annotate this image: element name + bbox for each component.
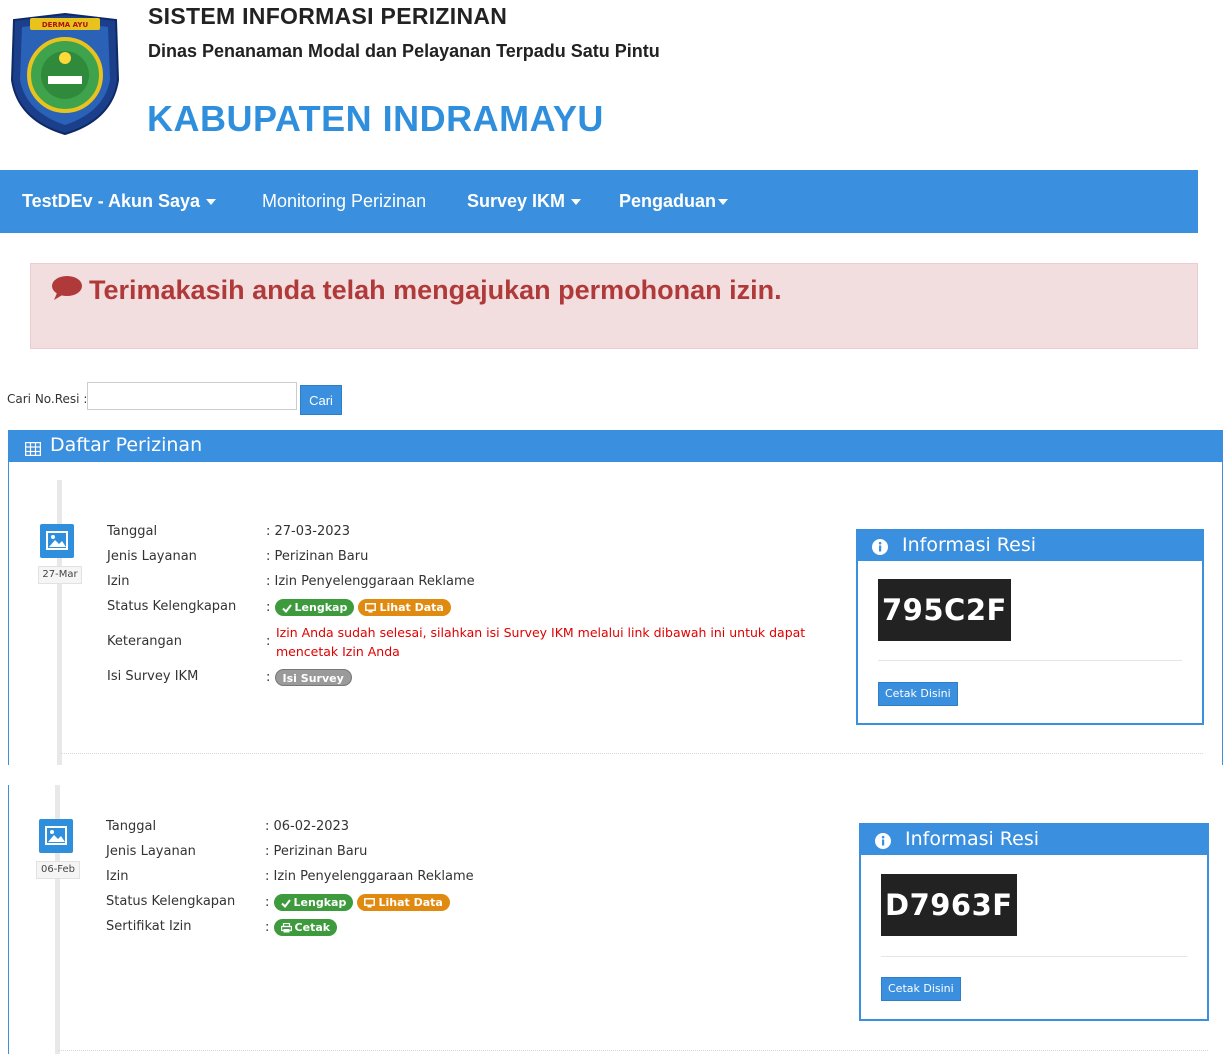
divider bbox=[881, 956, 1187, 957]
isi-survey-button[interactable]: Isi Survey bbox=[274, 669, 352, 686]
panel-title: Daftar Perizinan bbox=[50, 434, 203, 456]
info-resi-box: Informasi Resi 795C2F Cetak Disini bbox=[856, 529, 1204, 725]
value-izin: : Izin Penyelenggaraan Reklame bbox=[265, 869, 474, 884]
site-subtitle: Dinas Penanaman Modal dan Pelayanan Terp… bbox=[148, 41, 660, 61]
label-tanggal: Tanggal bbox=[106, 819, 157, 834]
panel-border bbox=[8, 785, 9, 1054]
site-title: SISTEM INFORMASI PERIZINAN bbox=[148, 3, 508, 29]
search-button[interactable]: Cari bbox=[300, 385, 342, 415]
resi-number: D7963F bbox=[881, 874, 1017, 936]
nav-account-label: TestDEv - Akun Saya bbox=[22, 191, 201, 211]
monitor-icon bbox=[365, 603, 377, 613]
chevron-down-icon bbox=[206, 199, 217, 206]
search-resi-input[interactable] bbox=[87, 382, 297, 410]
divider bbox=[878, 660, 1182, 661]
search-label: Cari No.Resi : bbox=[7, 392, 88, 406]
print-icon bbox=[280, 922, 292, 933]
chevron-down-icon bbox=[571, 199, 582, 206]
lengkap-badge: Lengkap bbox=[273, 894, 354, 911]
success-alert: Terimakasih anda telah mengajukan permoh… bbox=[30, 263, 1198, 349]
value-tanggal: : 27-03-2023 bbox=[266, 524, 351, 539]
panel-border bbox=[8, 462, 9, 765]
value-tanggal: : 06-02-2023 bbox=[265, 819, 350, 834]
label-status: Status Kelengkapan bbox=[107, 599, 237, 614]
timeline-line bbox=[57, 480, 62, 765]
lihat-data-button[interactable]: Lihat Data bbox=[358, 599, 451, 616]
label-sertifikat: Sertifikat Izin bbox=[106, 919, 192, 934]
lengkap-badge: Lengkap bbox=[274, 599, 355, 616]
nav-survey-label: Survey IKM bbox=[467, 191, 566, 211]
comment-icon bbox=[51, 275, 83, 308]
colon: : bbox=[266, 670, 271, 685]
nav-survey-menu[interactable]: Survey IKM bbox=[467, 170, 582, 233]
cetak-sertifikat-button[interactable]: Cetak bbox=[273, 919, 338, 936]
label-isi-survey: Isi Survey IKM bbox=[107, 669, 199, 684]
label-jenis-layanan: Jenis Layanan bbox=[106, 844, 196, 859]
divider bbox=[60, 753, 1203, 754]
colon: : bbox=[265, 920, 270, 935]
nav-monitoring[interactable]: Monitoring Perizinan bbox=[262, 170, 426, 233]
value-izin: : Izin Penyelenggaraan Reklame bbox=[266, 574, 475, 589]
label-izin: Izin bbox=[107, 574, 130, 589]
kabupaten-name: KABUPATEN INDRAMAYU bbox=[147, 98, 604, 139]
info-resi-title: Informasi Resi bbox=[902, 534, 1037, 556]
info-resi-title: Informasi Resi bbox=[905, 828, 1040, 850]
nav-pengaduan-label: Pengaduan bbox=[619, 191, 717, 211]
date-badge: 27-Mar bbox=[38, 566, 82, 584]
resi-number: 795C2F bbox=[878, 579, 1011, 641]
check-icon bbox=[281, 604, 292, 614]
label-izin: Izin bbox=[106, 869, 129, 884]
info-icon bbox=[875, 832, 891, 854]
value-sertifikat: : Cetak bbox=[265, 919, 338, 936]
check-icon bbox=[280, 899, 291, 909]
label-tanggal: Tanggal bbox=[107, 524, 158, 539]
panel-header: Daftar Perizinan bbox=[8, 430, 1223, 462]
value-jenis-layanan: : Perizinan Baru bbox=[265, 844, 368, 859]
nav-monitoring-label: Monitoring Perizinan bbox=[262, 191, 427, 211]
main-navbar: TestDEv - Akun Saya Monitoring Perizinan… bbox=[0, 170, 1198, 233]
keterangan-text: Izin Anda sudah selesai, silahkan isi Su… bbox=[276, 625, 806, 659]
colon: : bbox=[266, 600, 271, 615]
alert-message: Terimakasih anda telah mengajukan permoh… bbox=[89, 275, 782, 305]
label-keterangan: Keterangan bbox=[107, 634, 182, 649]
value-status: : Lengkap Lihat Data bbox=[265, 894, 450, 911]
cetak-disini-button[interactable]: Cetak Disini bbox=[878, 682, 958, 706]
nav-account-menu[interactable]: TestDEv - Akun Saya bbox=[22, 170, 217, 233]
monitor-icon bbox=[364, 898, 376, 908]
info-resi-header: Informasi Resi bbox=[858, 531, 1202, 561]
colon: : bbox=[266, 634, 271, 649]
value-status: : Lengkap Lihat Data bbox=[266, 599, 451, 616]
date-badge: 06-Feb bbox=[36, 861, 80, 879]
label-status: Status Kelengkapan bbox=[106, 894, 236, 909]
value-survey: : Isi Survey bbox=[266, 669, 352, 686]
divider bbox=[58, 1050, 1208, 1051]
info-icon bbox=[872, 538, 888, 560]
image-icon bbox=[39, 819, 73, 853]
colon: : bbox=[265, 895, 270, 910]
table-icon bbox=[24, 439, 42, 461]
cetak-disini-button[interactable]: Cetak Disini bbox=[881, 977, 961, 1001]
kabupaten-logo: DERMA AYU bbox=[8, 10, 122, 138]
nav-pengaduan-menu[interactable]: Pengaduan bbox=[619, 170, 729, 233]
info-resi-header: Informasi Resi bbox=[861, 825, 1207, 855]
image-icon bbox=[40, 524, 74, 558]
value-jenis-layanan: : Perizinan Baru bbox=[266, 549, 369, 564]
lihat-data-button[interactable]: Lihat Data bbox=[357, 894, 450, 911]
label-jenis-layanan: Jenis Layanan bbox=[107, 549, 197, 564]
info-resi-box: Informasi Resi D7963F Cetak Disini bbox=[859, 823, 1209, 1021]
chevron-down-icon bbox=[718, 199, 729, 206]
logo-text: DERMA AYU bbox=[42, 21, 89, 29]
